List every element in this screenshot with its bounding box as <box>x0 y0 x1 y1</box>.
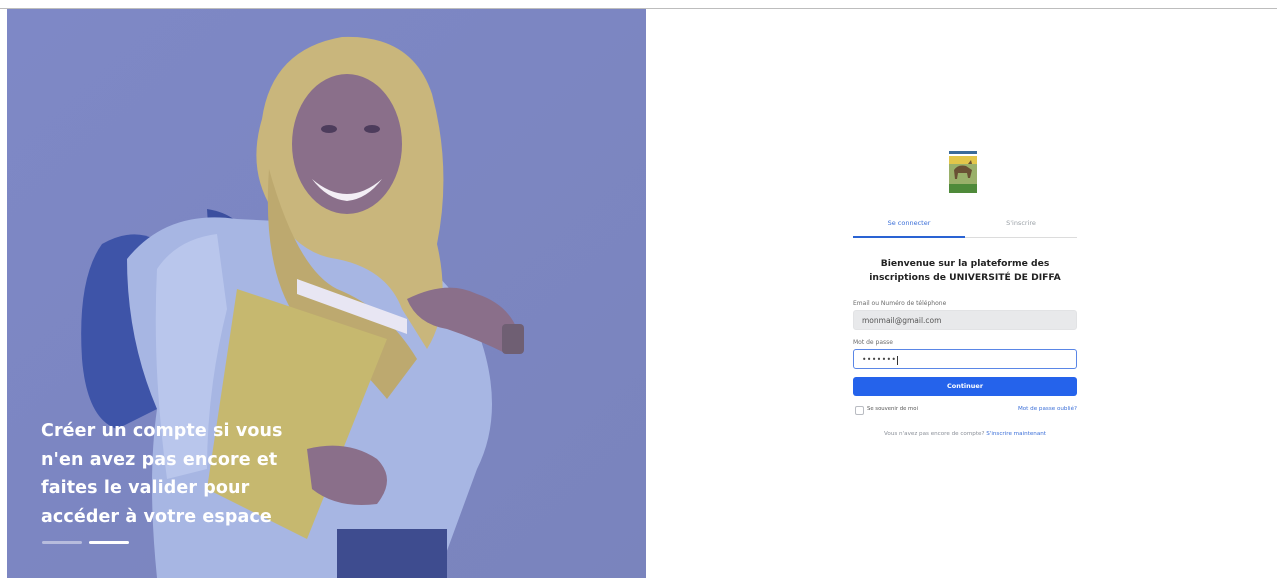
email-field[interactable]: monmail@gmail.com <box>853 310 1077 330</box>
carousel-indicator-2[interactable] <box>89 541 129 544</box>
hero-tagline: Créer un compte si vous n'en avez pas en… <box>41 417 301 531</box>
tab-sign-in[interactable]: Se connecter <box>853 219 965 227</box>
remember-me-checkbox[interactable] <box>855 406 864 415</box>
continue-button[interactable]: Continuer <box>853 377 1077 396</box>
email-label: Email ou Numéro de téléphone <box>853 300 947 307</box>
active-tab-indicator <box>853 236 965 238</box>
text-cursor <box>897 355 899 365</box>
signup-link[interactable]: S'inscrire maintenant <box>986 431 1046 437</box>
signup-prompt-text: Vous n'avez pas encore de compte? <box>884 431 985 437</box>
hero-tagline-line-1: Créer un compte si vous <box>41 421 283 441</box>
login-page: Créer un compte si vous n'en avez pas en… <box>0 0 1277 578</box>
remember-me-label[interactable]: Se souvenir de moi <box>867 406 918 412</box>
hero-tagline-line-2: n'en avez pas encore et <box>41 449 278 470</box>
carousel-indicator-1[interactable] <box>42 541 82 544</box>
welcome-line-2: inscriptions de UNIVERSITÉ DE DIFFA <box>869 271 1061 283</box>
hero-tagline-line-4: accéder à votre espace <box>41 506 272 527</box>
forgot-password-link[interactable]: Mot de passe oublié? <box>1018 406 1077 412</box>
university-logo-icon <box>948 148 978 196</box>
auth-tabs: Se connecter S'inscrire <box>853 219 1077 239</box>
welcome-heading: Bienvenue sur la plateforme des inscript… <box>853 257 1077 284</box>
signup-prompt: Vous n'avez pas encore de compte? S'insc… <box>853 431 1077 437</box>
password-label: Mot de passe <box>853 339 893 346</box>
email-value: monmail@gmail.com <box>862 316 942 325</box>
tab-register[interactable]: S'inscrire <box>965 219 1077 227</box>
hero-tagline-line-3: faites le valider pour <box>41 478 250 498</box>
hero-panel: Créer un compte si vous n'en avez pas en… <box>7 9 646 578</box>
password-value: ••••••• <box>862 355 897 364</box>
remember-row: Se souvenir de moi Mot de passe oublié? <box>853 405 1077 415</box>
welcome-line-1: Bienvenue sur la plateforme des <box>880 258 1050 269</box>
password-field[interactable]: ••••••• <box>853 349 1077 369</box>
